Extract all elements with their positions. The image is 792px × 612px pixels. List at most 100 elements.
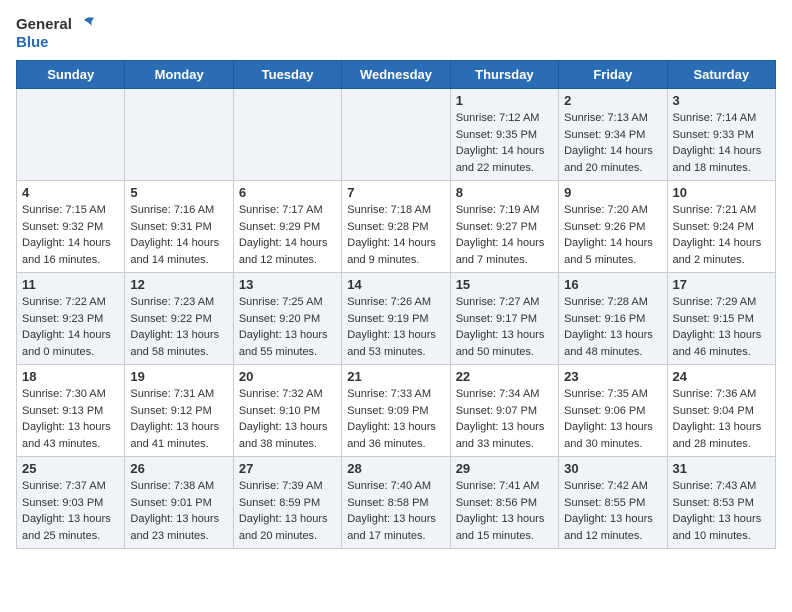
day-number: 20 [239,369,336,384]
calendar-cell [233,89,341,181]
calendar-cell: 26 Sunrise: 7:38 AMSunset: 9:01 PMDayligh… [125,457,233,549]
weekday-header-tuesday: Tuesday [233,61,341,89]
day-number: 10 [673,185,770,200]
day-info: Sunrise: 7:40 AMSunset: 8:58 PMDaylight:… [347,478,444,544]
calendar-cell: 18 Sunrise: 7:30 AMSunset: 9:13 PMDayligh… [17,365,125,457]
day-number: 3 [673,93,770,108]
calendar-cell: 28 Sunrise: 7:40 AMSunset: 8:58 PMDayligh… [342,457,450,549]
calendar-cell: 30 Sunrise: 7:42 AMSunset: 8:55 PMDayligh… [559,457,667,549]
calendar-cell: 15 Sunrise: 7:27 AMSunset: 9:17 PMDayligh… [450,273,558,365]
weekday-header-saturday: Saturday [667,61,775,89]
week-row-4: 18 Sunrise: 7:30 AMSunset: 9:13 PMDayligh… [17,365,776,457]
day-info: Sunrise: 7:20 AMSunset: 9:26 PMDaylight:… [564,202,661,268]
day-info: Sunrise: 7:16 AMSunset: 9:31 PMDaylight:… [130,202,227,268]
day-info: Sunrise: 7:38 AMSunset: 9:01 PMDaylight:… [130,478,227,544]
day-number: 18 [22,369,119,384]
calendar-cell: 1 Sunrise: 7:12 AMSunset: 9:35 PMDaylight… [450,89,558,181]
calendar-cell: 6 Sunrise: 7:17 AMSunset: 9:29 PMDaylight… [233,181,341,273]
weekday-header-row: SundayMondayTuesdayWednesdayThursdayFrid… [17,61,776,89]
calendar-cell: 5 Sunrise: 7:16 AMSunset: 9:31 PMDaylight… [125,181,233,273]
calendar-cell: 9 Sunrise: 7:20 AMSunset: 9:26 PMDaylight… [559,181,667,273]
day-info: Sunrise: 7:41 AMSunset: 8:56 PMDaylight:… [456,478,553,544]
day-info: Sunrise: 7:34 AMSunset: 9:07 PMDaylight:… [456,386,553,452]
weekday-header-monday: Monday [125,61,233,89]
day-number: 11 [22,277,119,292]
calendar-cell: 19 Sunrise: 7:31 AMSunset: 9:12 PMDayligh… [125,365,233,457]
calendar-cell: 16 Sunrise: 7:28 AMSunset: 9:16 PMDayligh… [559,273,667,365]
day-number: 27 [239,461,336,476]
logo-bird-icon [74,16,96,34]
day-info: Sunrise: 7:21 AMSunset: 9:24 PMDaylight:… [673,202,770,268]
day-number: 21 [347,369,444,384]
calendar-cell: 4 Sunrise: 7:15 AMSunset: 9:32 PMDaylight… [17,181,125,273]
day-info: Sunrise: 7:19 AMSunset: 9:27 PMDaylight:… [456,202,553,268]
day-number: 26 [130,461,227,476]
weekday-header-friday: Friday [559,61,667,89]
week-row-1: 1 Sunrise: 7:12 AMSunset: 9:35 PMDaylight… [17,89,776,181]
day-number: 7 [347,185,444,200]
day-info: Sunrise: 7:36 AMSunset: 9:04 PMDaylight:… [673,386,770,452]
day-number: 19 [130,369,227,384]
calendar-cell: 25Sunrise: 7:37 AMSunset: 9:03 PMDayligh… [17,457,125,549]
day-info: Sunrise: 7:23 AMSunset: 9:22 PMDaylight:… [130,294,227,360]
day-info: Sunrise: 7:15 AMSunset: 9:32 PMDaylight:… [22,202,119,268]
day-number: 24 [673,369,770,384]
day-number: 22 [456,369,553,384]
day-number: 2 [564,93,661,108]
day-number: 16 [564,277,661,292]
calendar-cell: 14Sunrise: 7:26 AMSunset: 9:19 PMDayligh… [342,273,450,365]
day-info: Sunrise: 7:27 AMSunset: 9:17 PMDaylight:… [456,294,553,360]
calendar-cell: 7 Sunrise: 7:18 AMSunset: 9:28 PMDaylight… [342,181,450,273]
day-info: Sunrise: 7:14 AMSunset: 9:33 PMDaylight:… [673,110,770,176]
day-number: 17 [673,277,770,292]
calendar-cell: 22 Sunrise: 7:34 AMSunset: 9:07 PMDayligh… [450,365,558,457]
weekday-header-thursday: Thursday [450,61,558,89]
logo: General Blue [16,16,96,52]
calendar-cell [125,89,233,181]
calendar-cell: 23 Sunrise: 7:35 AMSunset: 9:06 PMDayligh… [559,365,667,457]
day-info: Sunrise: 7:37 AMSunset: 9:03 PMDaylight:… [22,478,119,544]
day-number: 4 [22,185,119,200]
day-info: Sunrise: 7:33 AMSunset: 9:09 PMDaylight:… [347,386,444,452]
day-number: 1 [456,93,553,108]
day-info: Sunrise: 7:17 AMSunset: 9:29 PMDaylight:… [239,202,336,268]
day-number: 30 [564,461,661,476]
day-info: Sunrise: 7:43 AMSunset: 8:53 PMDaylight:… [673,478,770,544]
day-info: Sunrise: 7:22 AMSunset: 9:23 PMDaylight:… [22,294,119,360]
logo-text-general: General [16,16,72,34]
weekday-header-sunday: Sunday [17,61,125,89]
day-info: Sunrise: 7:31 AMSunset: 9:12 PMDaylight:… [130,386,227,452]
day-info: Sunrise: 7:35 AMSunset: 9:06 PMDaylight:… [564,386,661,452]
day-number: 31 [673,461,770,476]
week-row-5: 25Sunrise: 7:37 AMSunset: 9:03 PMDayligh… [17,457,776,549]
day-number: 8 [456,185,553,200]
calendar-cell: 29 Sunrise: 7:41 AMSunset: 8:56 PMDayligh… [450,457,558,549]
day-number: 6 [239,185,336,200]
day-info: Sunrise: 7:28 AMSunset: 9:16 PMDaylight:… [564,294,661,360]
calendar-cell [17,89,125,181]
page-header: General Blue [16,16,776,52]
weekday-header-wednesday: Wednesday [342,61,450,89]
calendar-cell: 8 Sunrise: 7:19 AMSunset: 9:27 PMDaylight… [450,181,558,273]
day-number: 15 [456,277,553,292]
calendar-cell: 20Sunrise: 7:32 AMSunset: 9:10 PMDayligh… [233,365,341,457]
day-info: Sunrise: 7:12 AMSunset: 9:35 PMDaylight:… [456,110,553,176]
day-info: Sunrise: 7:13 AMSunset: 9:34 PMDaylight:… [564,110,661,176]
calendar-cell: 21 Sunrise: 7:33 AMSunset: 9:09 PMDayligh… [342,365,450,457]
calendar-cell [342,89,450,181]
day-number: 28 [347,461,444,476]
day-number: 5 [130,185,227,200]
calendar-cell: 24 Sunrise: 7:36 AMSunset: 9:04 PMDayligh… [667,365,775,457]
day-info: Sunrise: 7:25 AMSunset: 9:20 PMDaylight:… [239,294,336,360]
day-number: 9 [564,185,661,200]
day-number: 29 [456,461,553,476]
calendar-cell: 2 Sunrise: 7:13 AMSunset: 9:34 PMDaylight… [559,89,667,181]
calendar-cell: 31 Sunrise: 7:43 AMSunset: 8:53 PMDayligh… [667,457,775,549]
calendar-cell: 17Sunrise: 7:29 AMSunset: 9:15 PMDayligh… [667,273,775,365]
day-number: 23 [564,369,661,384]
day-info: Sunrise: 7:42 AMSunset: 8:55 PMDaylight:… [564,478,661,544]
calendar-cell: 3 Sunrise: 7:14 AMSunset: 9:33 PMDaylight… [667,89,775,181]
calendar-cell: 10 Sunrise: 7:21 AMSunset: 9:24 PMDayligh… [667,181,775,273]
day-info: Sunrise: 7:30 AMSunset: 9:13 PMDaylight:… [22,386,119,452]
day-info: Sunrise: 7:18 AMSunset: 9:28 PMDaylight:… [347,202,444,268]
